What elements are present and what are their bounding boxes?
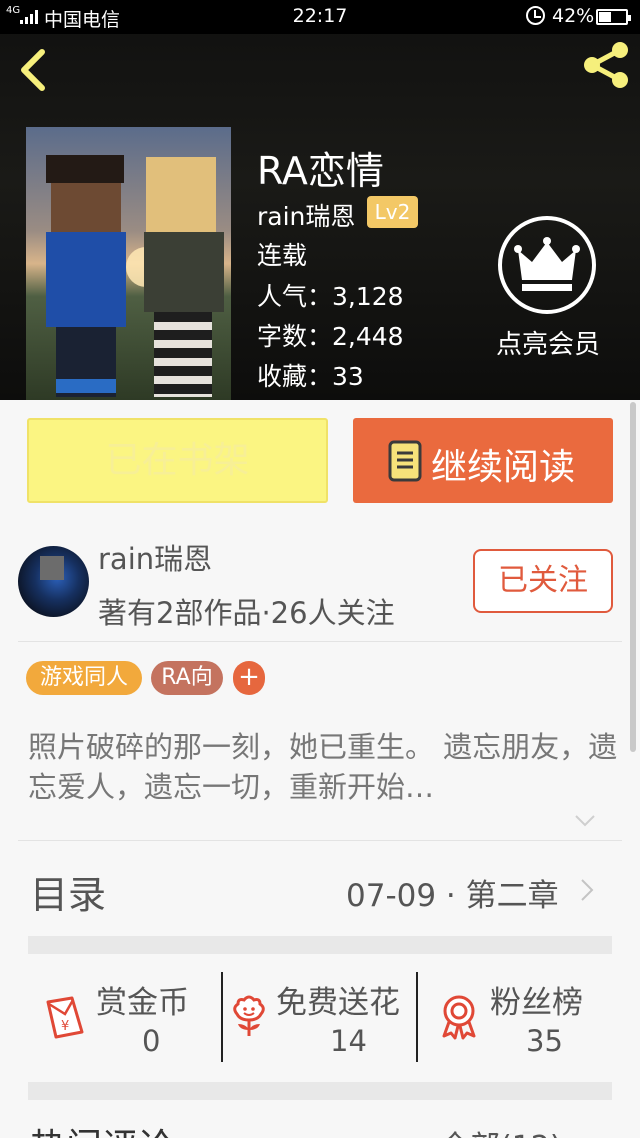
follow-button[interactable]: 已关注 (473, 549, 613, 613)
share-icon (584, 42, 628, 88)
book-header: 4G 中国电信 22:17 42% RA恋情 rain瑞恩 Lv2 连载 人气：… (0, 0, 640, 400)
stat-favorites: 收藏：33 (257, 362, 364, 391)
divider (416, 972, 418, 1062)
reward-flowers-label: 免费送花 (276, 985, 400, 1021)
toc-label[interactable]: 目录 (30, 864, 106, 919)
reward-fans-rank-label: 粉丝榜 (490, 985, 583, 1021)
add-tag-button[interactable]: + (233, 661, 265, 695)
share-button[interactable] (580, 40, 632, 90)
reward-fans-rank-value: 35 (526, 1024, 563, 1058)
red-envelope-icon: ¥ (46, 996, 84, 1039)
reward-flowers-value: 14 (330, 1024, 367, 1058)
book-cover-image (26, 127, 231, 400)
book-description: 照片破碎的那一刻，她已重生。 遗忘朋友，遗忘爱人，遗忘一切，重新开始… (28, 730, 618, 804)
tag-game-fanfic[interactable]: 游戏同人 (26, 661, 142, 695)
reward-coins-label: 赏金币 (96, 985, 189, 1021)
continue-reading-label: 继续阅读 (431, 447, 576, 488)
crown-icon[interactable] (498, 216, 596, 314)
svg-text:¥: ¥ (61, 1019, 69, 1034)
divider (221, 972, 223, 1062)
continue-reading-button[interactable]: 继续阅读 (353, 418, 613, 503)
section-separator (28, 1082, 612, 1100)
book-author[interactable]: rain瑞恩 (257, 197, 355, 233)
scrollbar[interactable] (630, 402, 636, 752)
book-status: 连载 (257, 241, 308, 270)
toc-latest-chapter[interactable]: 07-09 · 第二章 (346, 870, 559, 915)
reward-coins[interactable]: ¥ 赏金币 0 (40, 972, 210, 1064)
chevron-right-icon[interactable] (580, 878, 594, 902)
reward-coins-value: 0 (142, 1024, 161, 1058)
author-meta: 著有2部作品·26人关注 (98, 596, 395, 630)
vip-button-label[interactable]: 点亮会员 (490, 324, 606, 361)
flower-icon (233, 995, 265, 1036)
medal-icon (442, 995, 476, 1040)
author-name[interactable]: rain瑞恩 (98, 536, 212, 578)
book-icon (388, 440, 422, 482)
battery-icon (596, 9, 631, 25)
divider (18, 641, 622, 642)
book-title: RA恋情 (257, 149, 384, 193)
battery-percent: 42% (552, 5, 595, 27)
chevron-down-icon[interactable] (574, 814, 596, 828)
status-bar: 4G 中国电信 22:17 42% (0, 0, 640, 34)
alarm-icon (526, 6, 545, 25)
avatar[interactable] (18, 546, 89, 617)
chevron-left-icon (21, 49, 45, 91)
divider (18, 840, 622, 841)
all-comments-link[interactable]: 全部(12) (440, 1122, 562, 1138)
stat-word-count: 字数：2,448 (257, 322, 404, 351)
author-level-badge: Lv2 (367, 196, 418, 228)
hot-comments-title: 热门评论 (30, 1118, 174, 1138)
stat-popularity: 人气：3,128 (257, 282, 404, 311)
tag-ra[interactable]: RA向 (151, 661, 223, 695)
section-separator (28, 936, 612, 954)
in-bookshelf-button[interactable]: 已在书架 (27, 418, 328, 503)
reward-fans-rank[interactable]: 粉丝榜 35 (436, 972, 616, 1064)
reward-flowers[interactable]: 免费送花 14 (226, 972, 416, 1064)
back-button[interactable] (14, 46, 54, 94)
